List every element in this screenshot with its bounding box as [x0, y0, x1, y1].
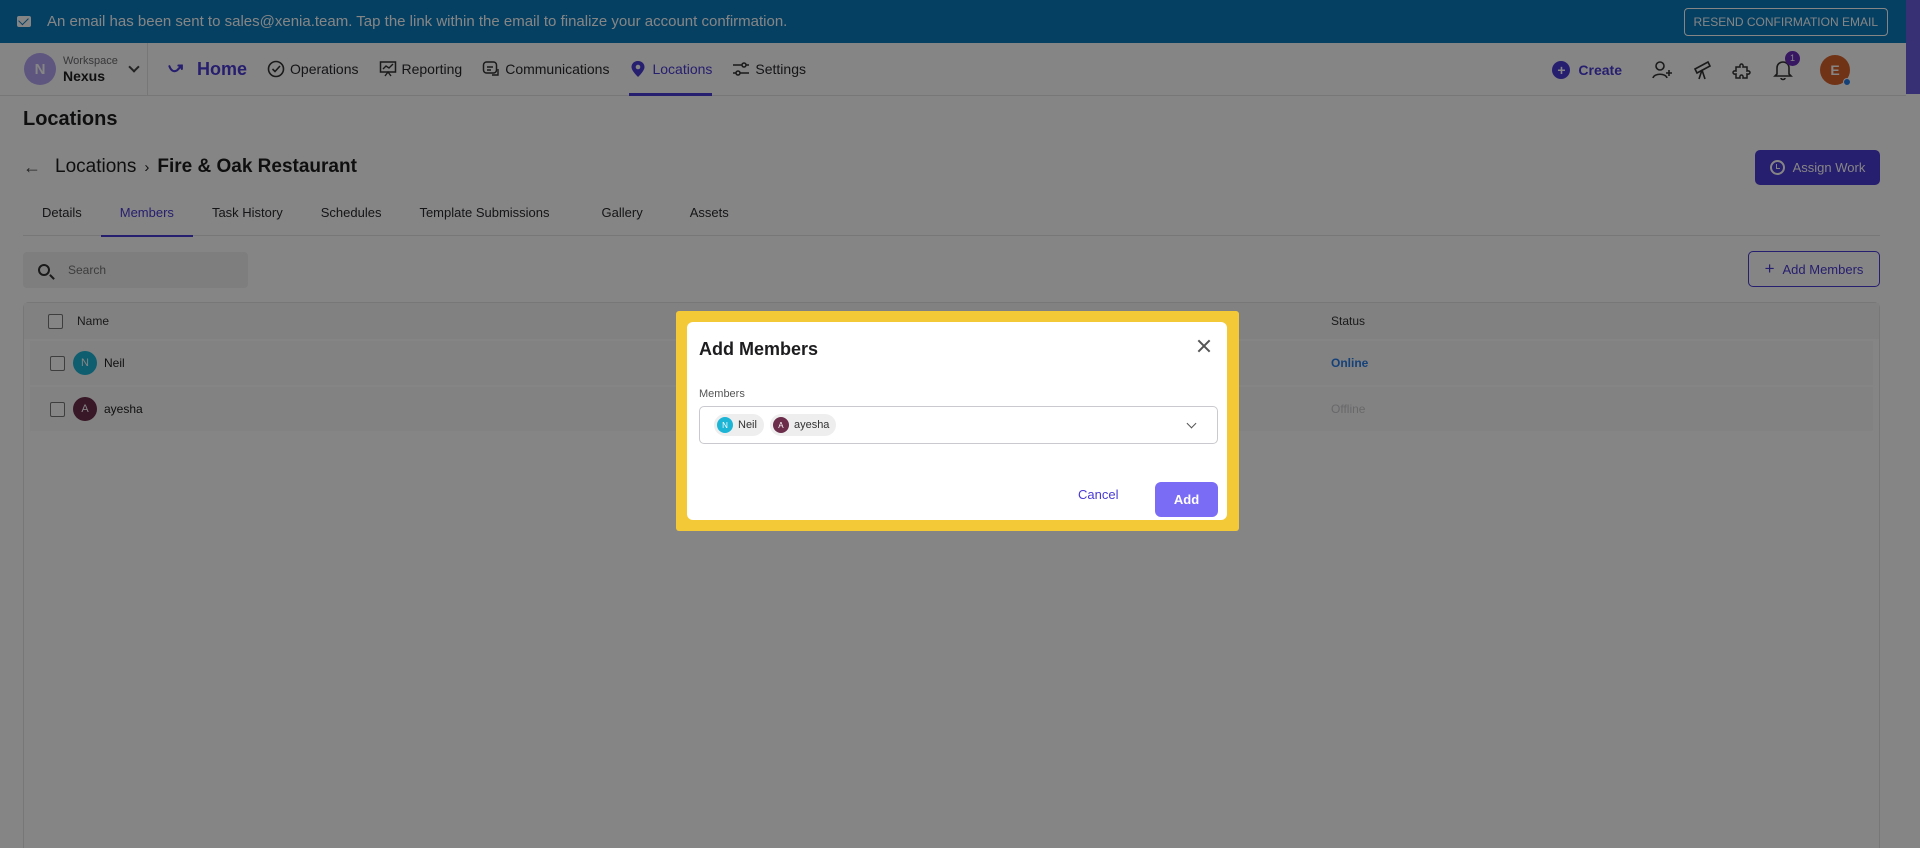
close-icon[interactable]	[1195, 338, 1213, 356]
member-chip-neil[interactable]: N Neil	[714, 414, 764, 436]
chevron-down-icon[interactable]	[1186, 418, 1197, 429]
chip-avatar: A	[772, 417, 789, 433]
member-chip-ayesha[interactable]: A ayesha	[769, 414, 837, 436]
members-field-label: Members	[699, 388, 745, 400]
chip-label: ayesha	[793, 419, 830, 431]
chip-avatar: N	[717, 417, 733, 433]
dialog-title: Add Members	[699, 339, 819, 359]
add-button[interactable]: Add	[1155, 482, 1218, 517]
add-members-dialog: Add Members Members N Neil A ayesha Canc…	[687, 322, 1227, 520]
members-select[interactable]: N Neil A ayesha	[699, 406, 1218, 444]
cancel-button[interactable]: Cancel	[1078, 487, 1118, 502]
chip-label: Neil	[738, 419, 757, 431]
